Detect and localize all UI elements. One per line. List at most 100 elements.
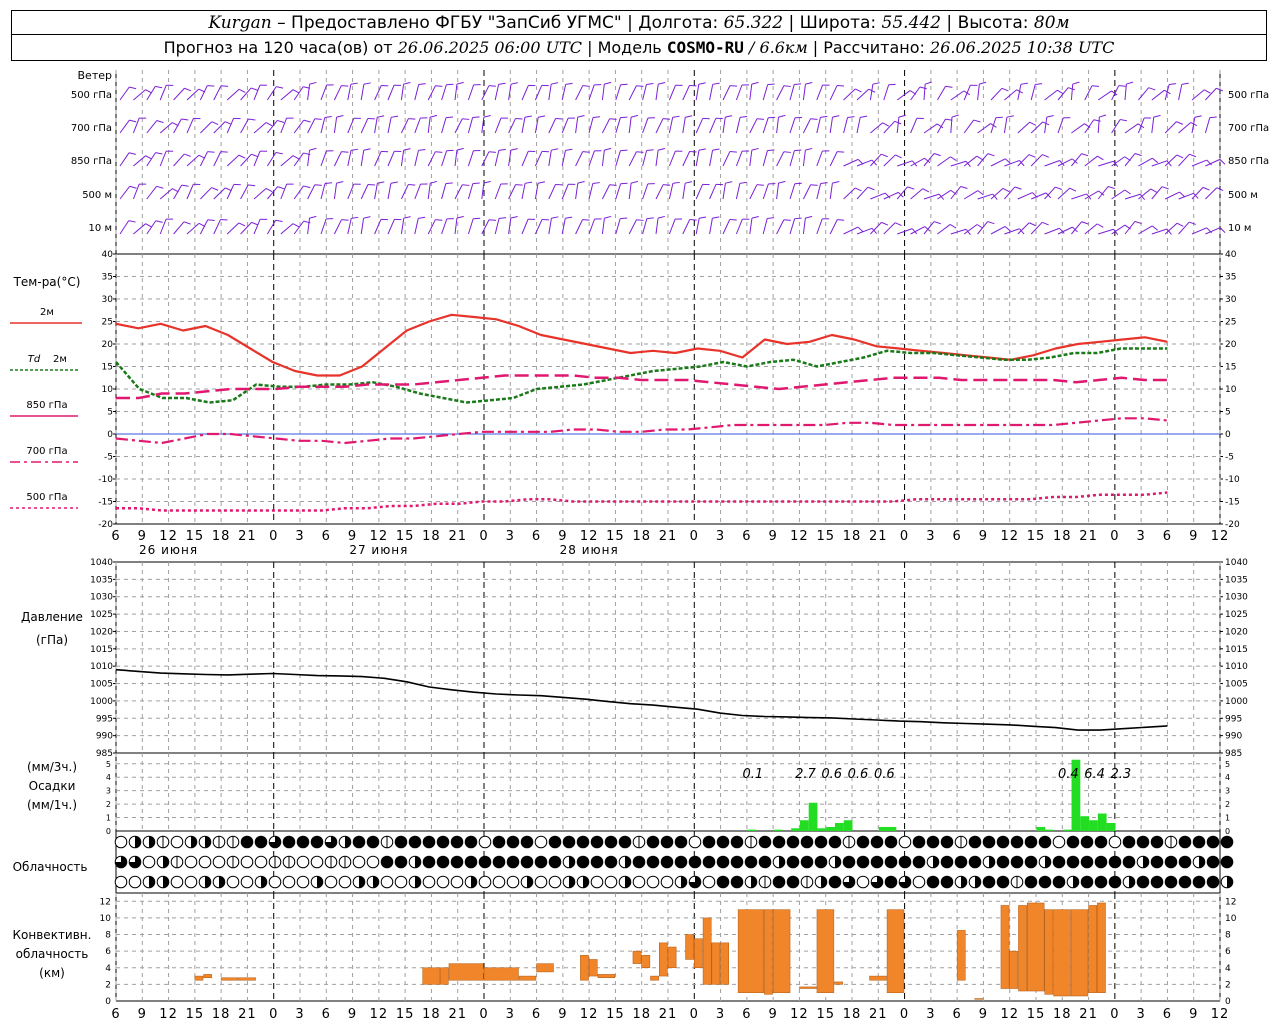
wind-barb [735, 183, 741, 200]
cloud-symbol [114, 835, 128, 849]
cloud-symbol-full [1137, 836, 1149, 848]
wind-barb [789, 183, 796, 200]
cloud-symbol [352, 855, 366, 869]
wind-barb-flag [898, 114, 906, 118]
wind-barb [762, 150, 768, 167]
wind-barb-flag [248, 118, 256, 121]
cloud-symbol [688, 835, 702, 849]
wind-barb [950, 90, 965, 101]
wind-barb-flag [515, 118, 523, 120]
cloud-symbol [450, 875, 464, 889]
cloud-symbol-full [507, 856, 519, 868]
cloud-symbol-full [1039, 876, 1051, 888]
wind-barb [293, 152, 304, 167]
cloud-symbol-full [1123, 856, 1135, 868]
x-tick-label: 15 [816, 1007, 835, 1022]
wind-barb-flag [498, 148, 506, 151]
precip-label: Осадки [29, 779, 76, 793]
wind-barb [977, 153, 989, 167]
wind-barb [628, 85, 637, 101]
wind-barb [1178, 221, 1190, 235]
wind-barb-flag [336, 181, 344, 184]
cloud-symbol-full [857, 856, 869, 868]
wind-barb [441, 183, 447, 200]
wind-barb-flag [224, 121, 232, 125]
wind-barb [896, 117, 900, 134]
x-tick-label: 3 [506, 529, 515, 544]
wind-barb [575, 151, 584, 167]
wind-barb-flag [129, 185, 137, 189]
y-tick-label: 1000 [90, 697, 113, 707]
cloud-symbol [478, 835, 492, 849]
cloud-symbol [226, 875, 240, 889]
wind-barb [146, 86, 156, 101]
cloud-symbol-full [997, 876, 1009, 888]
x-tick-label: 18 [422, 529, 441, 544]
wind-barb-flag [391, 115, 399, 118]
wind-barb [950, 117, 953, 134]
wind-barb [870, 122, 884, 134]
wind-barb [347, 84, 352, 101]
wind-barb-flag [303, 119, 311, 123]
x-tick-label: 3 [506, 1007, 515, 1022]
wind-barb [119, 119, 130, 134]
wind-barb [267, 120, 278, 134]
cloud-symbol-half [1227, 876, 1233, 888]
cloud-symbol [394, 875, 408, 889]
wind-barb [856, 227, 873, 235]
wind-barb-flag [620, 149, 628, 152]
x-tick-label: 18 [632, 1007, 651, 1022]
wind-barb [1098, 228, 1114, 235]
pressure-label: Давление [21, 610, 83, 624]
precip-tick-right: 0 [1225, 827, 1230, 836]
day-label: 27 июня [349, 543, 408, 557]
wind-barb [400, 84, 405, 101]
wind-barb [655, 218, 659, 235]
wind-barb-flag [537, 181, 546, 184]
wind-barb-flag [945, 85, 953, 88]
wind-barb [588, 218, 596, 235]
wind-barb [200, 187, 212, 200]
wind-barb-flag [925, 81, 933, 85]
wind-barb-flag [592, 116, 601, 119]
wind-barb [467, 150, 474, 167]
wind-barb [173, 87, 185, 101]
wind-barb [1071, 123, 1085, 134]
cloud-symbol-full [1207, 836, 1219, 848]
wind-barb [400, 184, 409, 200]
cloud-symbol-full [1081, 856, 1093, 868]
wind-barb [1191, 159, 1208, 167]
wind-barb [333, 85, 342, 101]
cloud-symbol-half [163, 876, 169, 888]
wind-barb [307, 218, 311, 235]
wind-barb-flag [184, 87, 192, 92]
y-tick-label-right: 30 [1225, 295, 1237, 305]
cloud-symbol-half [751, 876, 757, 888]
conv-bar [194, 975, 204, 981]
wind-barb [642, 117, 649, 134]
wind-barb [1057, 117, 1064, 134]
y-tick-label-right: 1020 [1225, 627, 1248, 637]
cloud-symbol-full [1151, 876, 1163, 888]
wind-barb-flag [238, 88, 246, 93]
wind-barb [240, 153, 252, 167]
conv-bar [720, 942, 729, 985]
cloud-symbol-full [745, 856, 757, 868]
wind-barb [937, 156, 951, 167]
wind-barb [910, 226, 925, 235]
wind-barb [1178, 153, 1190, 167]
wind-barb [441, 150, 448, 167]
cloud-symbol-full [955, 856, 967, 868]
wind-barb-flag [805, 81, 813, 85]
wind-barb-flag [309, 147, 317, 151]
y-tick-label-right: 990 [1225, 732, 1242, 742]
y-tick-label-right: 35 [1225, 273, 1236, 283]
wind-barb-flag [847, 116, 855, 118]
wind-barb [829, 85, 838, 101]
cloud-symbol [856, 875, 870, 889]
wind-barb [575, 183, 579, 200]
wind-barb [789, 117, 796, 134]
cloud-symbol-half [373, 876, 379, 888]
cloud-symbol [170, 875, 184, 889]
y-tick-label-right: 1000 [1225, 697, 1248, 707]
